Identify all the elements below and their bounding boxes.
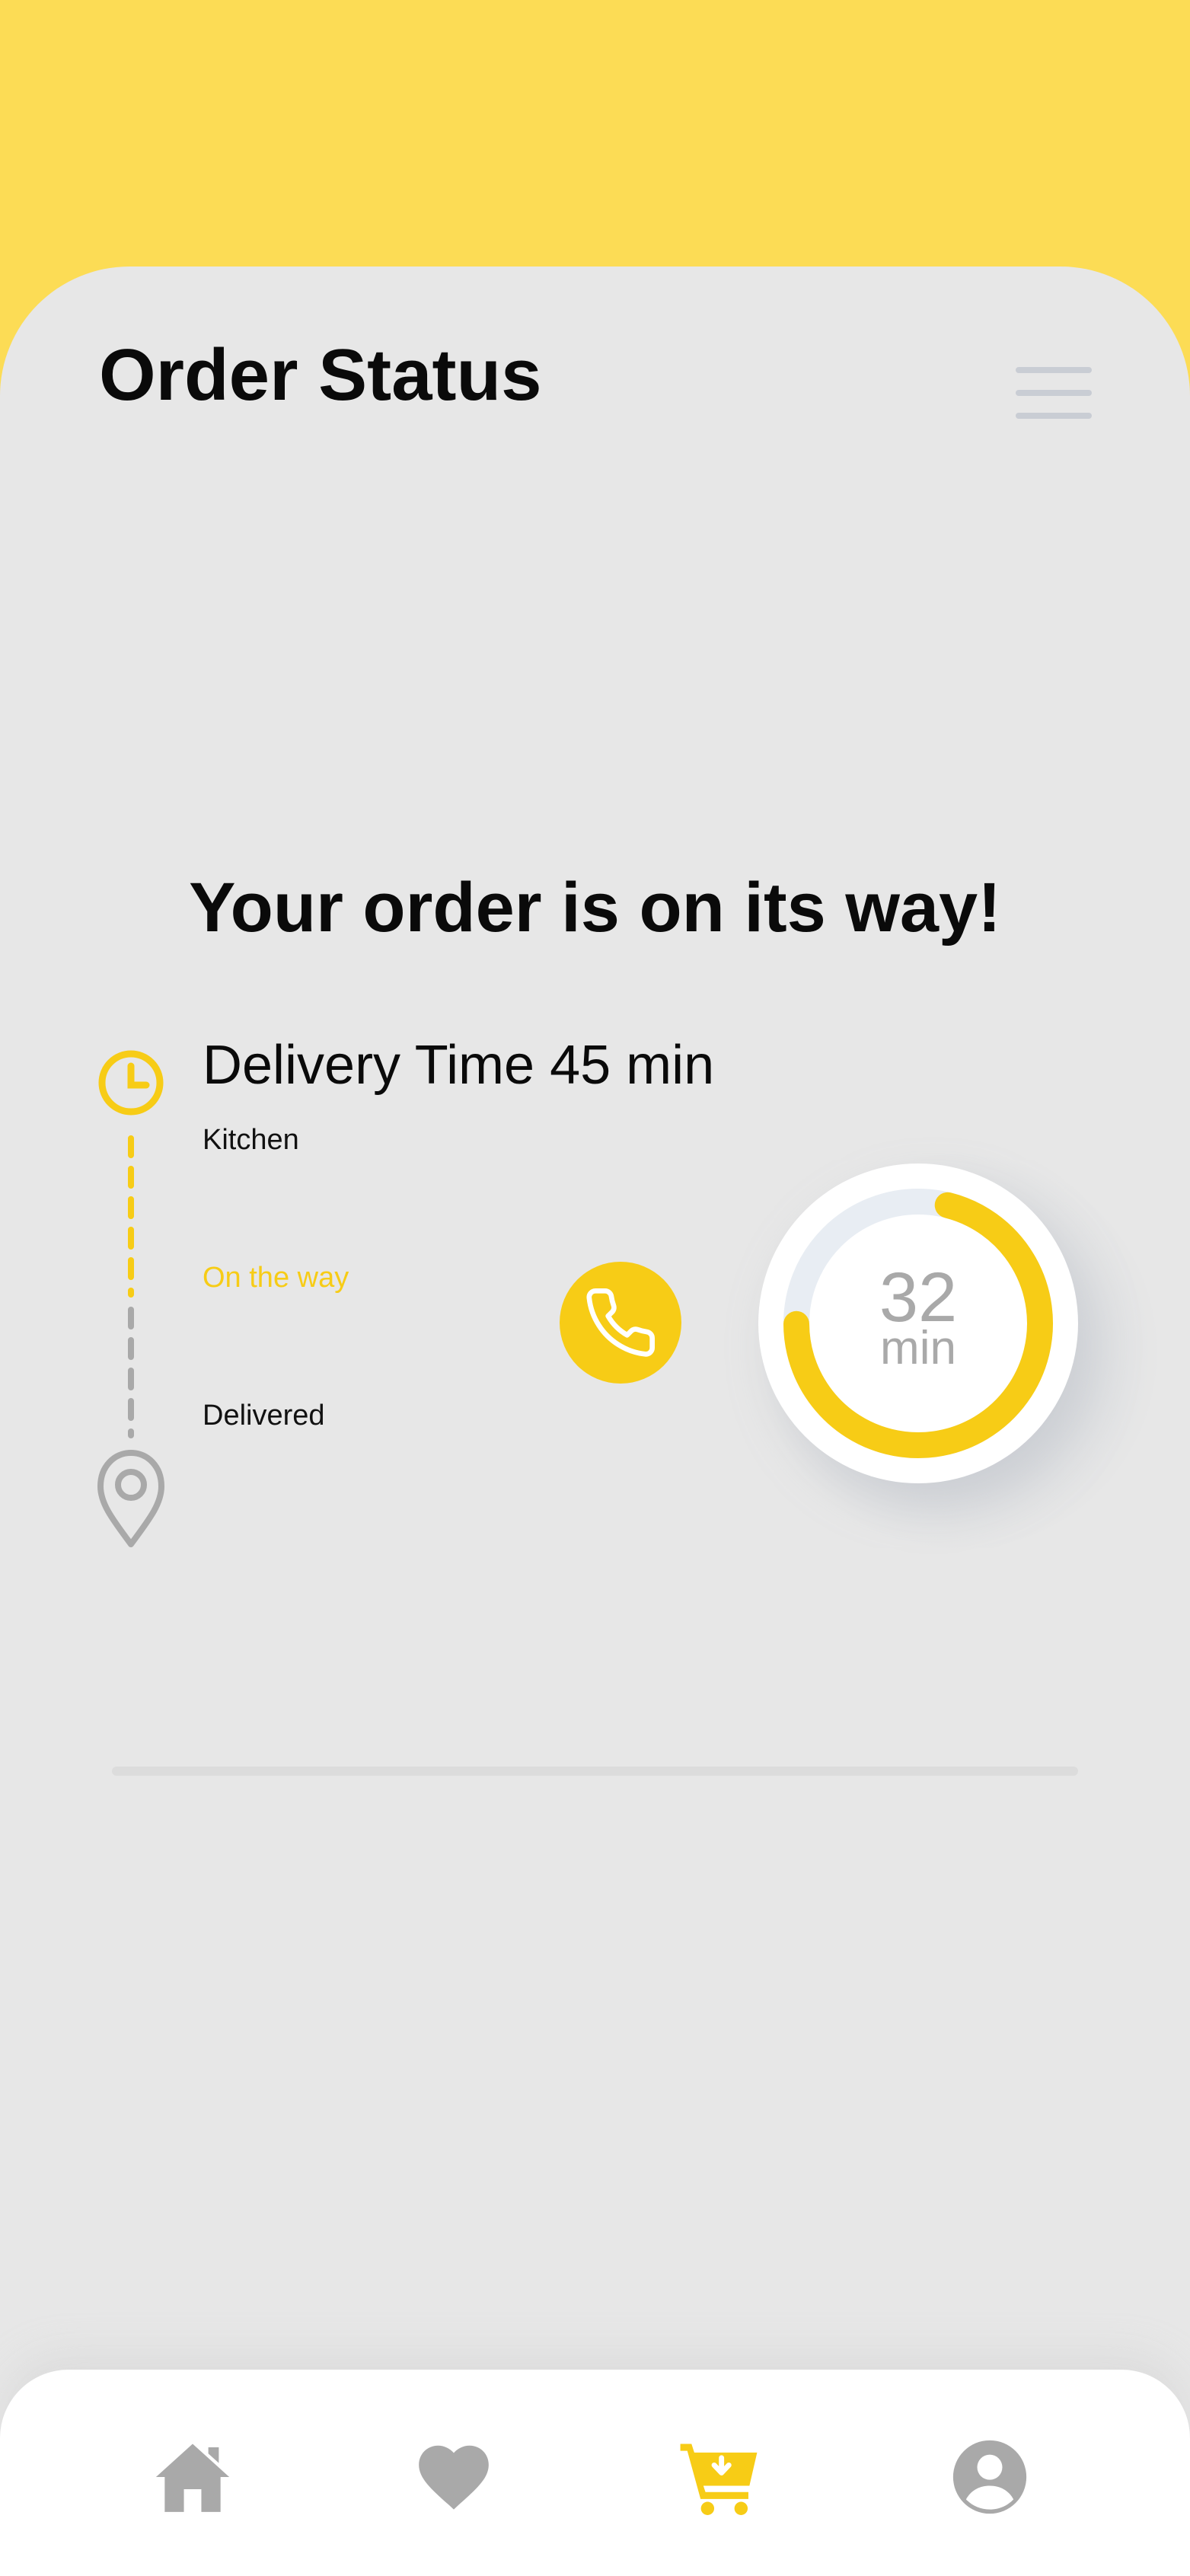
divider [112, 1767, 1078, 1776]
timer-unit: min [880, 1322, 956, 1374]
location-pin-icon [97, 1450, 164, 1547]
home-icon [155, 2444, 230, 2512]
countdown-timer: 32 min [758, 1164, 1078, 1483]
order-timeline [97, 1050, 164, 1547]
nav-favorites[interactable] [412, 2435, 496, 2519]
header-band [0, 0, 1190, 305]
cart-icon [680, 2444, 758, 2515]
delivery-time: Delivery Time 45 min [203, 1035, 715, 1096]
bottom-navigation [0, 2370, 1190, 2576]
nav-cart[interactable] [677, 2435, 761, 2519]
step-delivered: Delivered [203, 1400, 325, 1432]
call-button[interactable] [560, 1262, 681, 1384]
hamburger-menu-icon[interactable] [1016, 367, 1092, 419]
menu-line [1016, 367, 1092, 373]
menu-line [1016, 413, 1092, 419]
step-on-the-way: On the way [203, 1262, 349, 1294]
step-kitchen: Kitchen [203, 1124, 299, 1156]
heart-icon [419, 2445, 489, 2510]
clock-icon [98, 1050, 164, 1116]
phone-icon [586, 1288, 656, 1357]
nav-profile[interactable] [948, 2435, 1032, 2519]
page-title: Order Status [99, 334, 542, 416]
menu-line [1016, 390, 1092, 396]
profile-icon [952, 2440, 1027, 2514]
status-headline: Your order is on its way! [189, 869, 1001, 946]
nav-home[interactable] [151, 2435, 234, 2519]
